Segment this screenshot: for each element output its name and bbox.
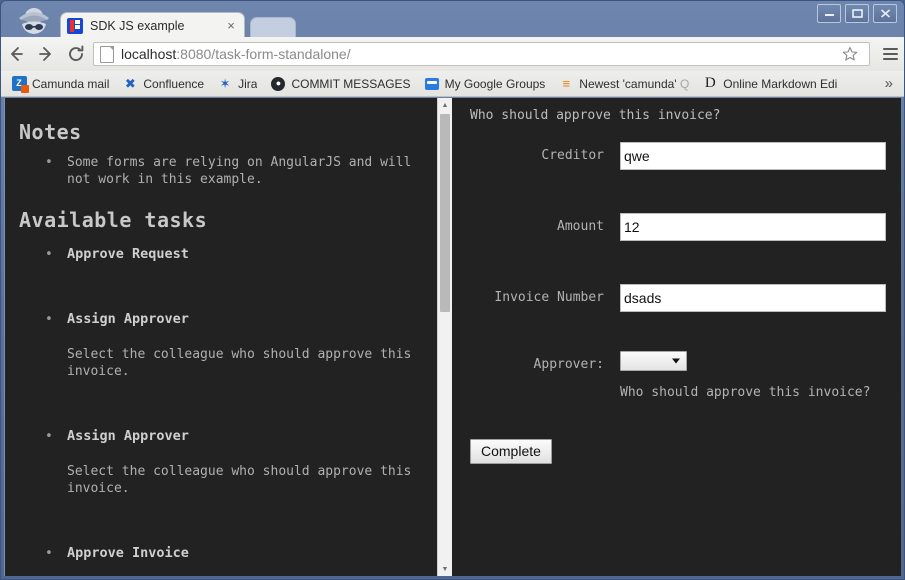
bookmark-newest-camunda[interactable]: ≡ Newest 'camunda' Q — [552, 74, 695, 94]
bullet-icon: • — [45, 429, 53, 444]
chevron-down-icon — [672, 358, 680, 364]
page-viewport: Notes • Some forms are relying on Angula… — [4, 98, 901, 576]
tab-close-icon[interactable]: × — [224, 19, 238, 33]
form-question: Who should approve this invoice? — [470, 108, 721, 123]
bookmark-star-icon[interactable] — [839, 43, 861, 65]
url-text: localhost:8080/task-form-standalone/ — [121, 46, 839, 62]
bookmark-label-truncated: Q — [679, 76, 690, 91]
notes-heading: Notes — [19, 120, 82, 144]
notes-scrollbar[interactable]: ▲ ▼ — [437, 98, 452, 576]
bookmark-label: Newest 'camunda' Q — [579, 77, 689, 91]
forward-icon[interactable] — [31, 39, 61, 69]
chrome-menu-icon[interactable] — [876, 39, 904, 69]
bookmark-label: Online Markdown Edi — [723, 76, 838, 91]
bullet-icon: • — [45, 247, 53, 262]
field-invoice-number: Invoice Number — [452, 284, 892, 312]
page-info-icon — [100, 45, 114, 63]
amount-input[interactable] — [620, 213, 886, 241]
task-item[interactable]: • Assign Approver Select the colleague w… — [19, 311, 423, 380]
bookmark-label: COMMIT MESSAGES — [291, 76, 411, 91]
notes-content: Notes • Some forms are relying on Angula… — [5, 98, 441, 562]
minimize-button[interactable] — [817, 4, 841, 23]
field-label-approver: Approver: — [533, 357, 604, 372]
task-item[interactable]: • Approve Request — [19, 246, 423, 263]
bookmark-confluence[interactable]: ✖ Confluence — [116, 74, 210, 94]
scroll-up-icon[interactable]: ▲ — [438, 98, 452, 112]
incognito-icon — [12, 6, 56, 36]
bullet-icon: • — [45, 155, 53, 170]
bookmark-label: Camunda mail — [32, 76, 110, 91]
task-title[interactable]: Assign Approver — [67, 311, 189, 328]
tab-favicon-icon — [67, 17, 83, 34]
dillinger-icon: D — [704, 75, 716, 91]
task-form-pane: Who should approve this invoice? Credito… — [452, 98, 901, 576]
task-description: Select the colleague who should approve … — [67, 347, 412, 379]
bookmark-label: My Google Groups — [444, 76, 546, 91]
close-button[interactable] — [873, 4, 897, 23]
tab-title: SDK JS example — [90, 18, 185, 33]
browser-tab[interactable]: SDK JS example × — [60, 12, 245, 38]
bookmarks-overflow-icon[interactable]: » — [878, 75, 900, 92]
bookmark-jira[interactable]: ✶ Jira — [211, 74, 263, 94]
github-icon: ● — [270, 76, 286, 92]
scroll-down-icon[interactable]: ▼ — [438, 562, 452, 576]
maximize-button[interactable] — [845, 4, 869, 23]
bookmark-my-google-groups[interactable]: My Google Groups — [418, 74, 552, 94]
bullet-icon: • — [45, 546, 53, 561]
bookmark-label-main: Newest 'camunda' — [579, 76, 680, 91]
google-groups-icon — [424, 76, 440, 92]
back-icon[interactable] — [1, 39, 31, 69]
field-approver: Approver: Who should approve this invoic… — [452, 351, 892, 400]
url-path: :8080/task-form-standalone/ — [176, 46, 351, 62]
field-label-amount: Amount — [557, 219, 604, 234]
approver-help-text: Who should approve this invoice? — [620, 385, 871, 400]
scrollbar-thumb[interactable] — [440, 114, 450, 312]
window-controls — [817, 4, 897, 23]
browser-toolbar: localhost:8080/task-form-standalone/ — [1, 37, 904, 72]
field-label-creditor: Creditor — [541, 148, 604, 163]
notes-pane: Notes • Some forms are relying on Angula… — [4, 98, 441, 576]
note-item: • Some forms are relying on AngularJS an… — [19, 154, 423, 188]
task-title[interactable]: Assign Approver — [67, 428, 189, 445]
bookmark-label: Jira — [238, 76, 258, 91]
approver-select[interactable] — [620, 351, 687, 371]
camunda-icon: Z — [11, 76, 29, 93]
task-title[interactable]: Approve Invoice — [67, 545, 189, 562]
titlebar: SDK JS example × — [0, 0, 905, 38]
creditor-input[interactable] — [620, 142, 886, 170]
task-title[interactable]: Approve Request — [67, 246, 189, 263]
bookmarks-bar: Z Camunda mail ✖ Confluence ✶ Jira ● COM… — [1, 71, 904, 97]
bookmark-label: Confluence — [143, 76, 205, 91]
complete-button[interactable]: Complete — [470, 439, 552, 464]
new-tab-button[interactable] — [250, 17, 296, 38]
bullet-icon: • — [45, 312, 53, 327]
note-text: Some forms are relying on AngularJS and … — [67, 155, 412, 187]
jira-icon: ✶ — [219, 76, 231, 91]
task-item[interactable]: • Approve Invoice — [19, 545, 423, 562]
task-description: Select the colleague who should approve … — [67, 464, 412, 496]
bookmark-camunda-mail[interactable]: Z Camunda mail — [5, 74, 115, 94]
available-tasks-heading: Available tasks — [19, 208, 208, 232]
bookmark-commit-messages[interactable]: ● COMMIT MESSAGES — [264, 74, 416, 94]
invoice-number-input[interactable] — [620, 284, 886, 312]
field-label-invoice-number: Invoice Number — [494, 290, 604, 305]
field-amount: Amount — [452, 213, 892, 241]
confluence-icon: ✖ — [124, 76, 136, 91]
url-host: localhost — [121, 46, 177, 62]
stackoverflow-icon: ≡ — [562, 76, 571, 91]
field-creditor: Creditor — [452, 142, 892, 170]
reload-icon[interactable] — [61, 39, 91, 69]
browser-window: SDK JS example × localhost:8080/task-for… — [0, 0, 905, 580]
address-bar[interactable]: localhost:8080/task-form-standalone/ — [93, 42, 870, 66]
bookmark-online-markdown-editor[interactable]: D Online Markdown Edi — [696, 74, 843, 94]
task-item[interactable]: • Assign Approver Select the colleague w… — [19, 428, 423, 497]
